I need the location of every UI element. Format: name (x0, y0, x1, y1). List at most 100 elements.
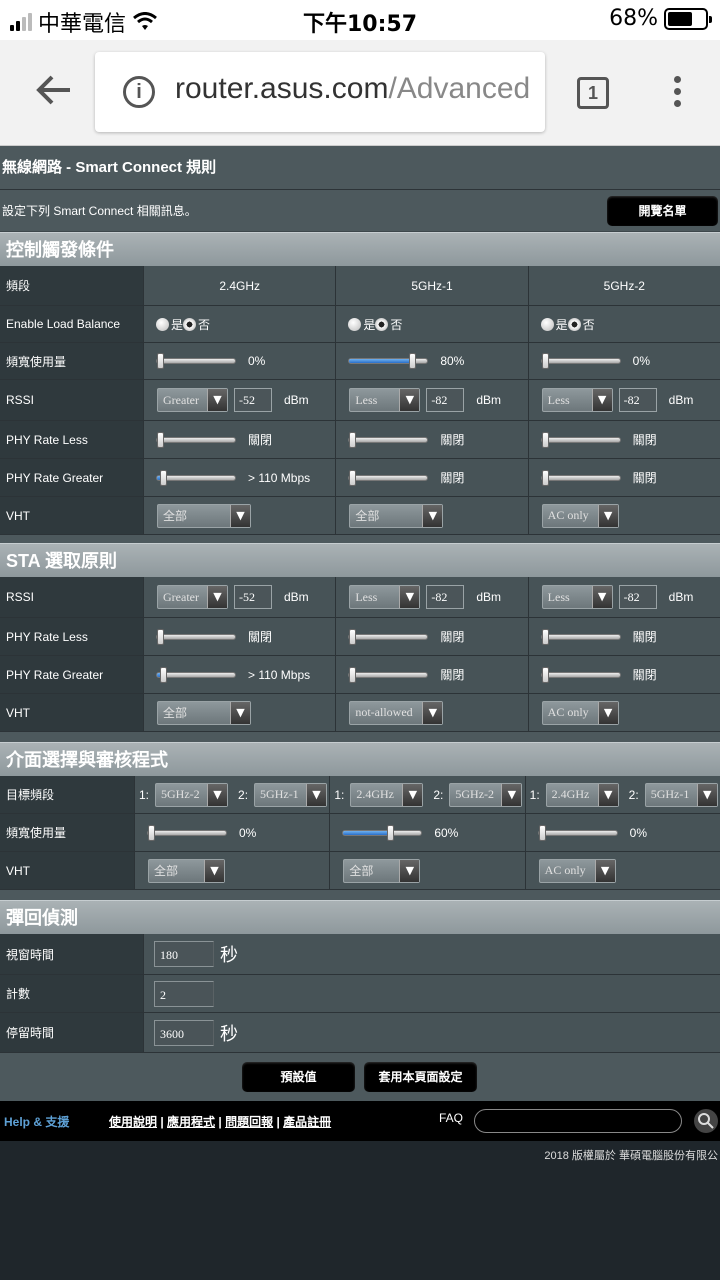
feedback-link[interactable]: 問題回報 (225, 1115, 273, 1129)
browse-list-button[interactable]: 開覽名單 (607, 196, 718, 226)
phy-greater-slider[interactable] (156, 666, 236, 683)
phy-less-slider[interactable] (348, 431, 429, 448)
rssi-condition-select[interactable]: Less ▼ (541, 388, 613, 412)
address-bar[interactable]: i router.asus.com/Advanced (95, 52, 545, 132)
info-icon[interactable]: i (123, 76, 155, 108)
section-heading-interface: 介面選擇與審核程式 (0, 742, 720, 776)
band-header: 5GHz-2 (527, 266, 720, 305)
faq-search-input[interactable] (474, 1109, 682, 1133)
rssi-condition-select[interactable]: Greater ▼ (157, 585, 228, 609)
chevron-down-icon: ▼ (597, 701, 618, 724)
band-header: 2.4GHz (143, 266, 335, 305)
load-balance-no-radio[interactable] (183, 317, 197, 331)
page-title: 無線網路 - Smart Connect 規則 (0, 146, 720, 190)
load-balance-no-radio[interactable] (567, 317, 581, 331)
phy-less-slider[interactable] (156, 628, 236, 645)
apply-button[interactable]: 套用本頁面設定 (364, 1062, 477, 1092)
vht-select[interactable]: 全部 ▼ (157, 700, 251, 725)
target-band-row: 目標頻段 1: 5GHz-2 ▼ 2: 5GHz-1 ▼ 1: 2.4GHz ▼ 2: 5GHz-… (0, 776, 720, 814)
rssi-input[interactable]: -82 (618, 388, 657, 412)
target-band-2-select[interactable]: 5GHz-2 ▼ (449, 782, 523, 807)
vht-select[interactable]: 全部 ▼ (343, 858, 421, 883)
rssi-input[interactable]: -52 (234, 388, 272, 412)
phy-less-slider[interactable] (156, 431, 236, 448)
window-time-input[interactable]: 180 (154, 941, 214, 967)
target-band-1-select[interactable]: 5GHz-2 ▼ (155, 782, 229, 807)
chevron-down-icon: ▼ (594, 859, 615, 882)
manual-link[interactable]: 使用說明 (109, 1115, 157, 1129)
chevron-down-icon: ▼ (399, 586, 420, 608)
phy-less-slider[interactable] (540, 628, 621, 645)
chevron-down-icon: ▼ (501, 783, 522, 806)
target-band-1-select[interactable]: 2.4GHz ▼ (350, 782, 424, 807)
load-balance-yes-radio[interactable] (540, 317, 554, 331)
faq-label: FAQ (439, 1111, 464, 1125)
rssi-input[interactable]: -82 (618, 585, 657, 609)
bandwidth-slider[interactable] (348, 353, 429, 369)
chevron-down-icon: ▼ (399, 859, 420, 882)
vht-select[interactable]: 全部 ▼ (157, 503, 251, 528)
load-balance-yes-radio[interactable] (156, 317, 169, 331)
bandwidth-slider[interactable] (537, 824, 618, 841)
browser-toolbar: i router.asus.com/Advanced 1 (0, 40, 720, 146)
phy-less-slider[interactable] (540, 431, 621, 448)
rssi-input[interactable]: -52 (234, 585, 272, 609)
rssi-condition-select[interactable]: Less ▼ (349, 585, 421, 609)
target-band-2-select[interactable]: 5GHz-1 ▼ (254, 782, 328, 807)
vht-select[interactable]: 全部 ▼ (148, 858, 225, 883)
chevron-down-icon: ▼ (230, 701, 250, 724)
rssi-condition-select[interactable]: Less ▼ (349, 388, 421, 412)
url-text[interactable]: router.asus.com/Advanced (175, 72, 530, 106)
vht-select[interactable]: not-allowed ▼ (349, 700, 444, 725)
battery-icon (664, 7, 712, 30)
vht-select[interactable]: AC only ▼ (538, 858, 616, 883)
section-heading-bounce: 彈回偵測 (0, 900, 720, 934)
dwell-time-input[interactable]: 3600 (154, 1019, 214, 1046)
utility-link[interactable]: 應用程式 (167, 1115, 215, 1129)
rssi-condition-select[interactable]: Greater ▼ (157, 388, 228, 412)
bandwidth-slider[interactable] (147, 824, 227, 841)
vht-select[interactable]: AC only ▼ (541, 503, 619, 528)
tabs-count-button[interactable]: 1 (577, 77, 609, 109)
chevron-down-icon: ▼ (597, 783, 618, 806)
iface-bandwidth-row: 頻寬使用量 0% 60% 0% (0, 814, 720, 852)
rssi-condition-select[interactable]: Less ▼ (541, 585, 613, 609)
chevron-down-icon: ▼ (207, 389, 227, 411)
load-balance-yes-radio[interactable] (348, 317, 362, 331)
chevron-down-icon: ▼ (597, 504, 618, 527)
overflow-menu-icon[interactable] (674, 76, 682, 112)
iface-vht-row: VHT 全部 ▼ 全部 ▼ AC only ▼ (0, 852, 720, 890)
rssi-input[interactable]: -82 (426, 388, 465, 412)
phy-less-slider[interactable] (348, 628, 429, 645)
default-button[interactable]: 預設值 (242, 1062, 355, 1092)
target-band-2-select[interactable]: 5GHz-1 ▼ (644, 782, 718, 807)
load-balance-no-radio[interactable] (375, 317, 389, 331)
bandwidth-slider[interactable] (540, 353, 621, 369)
chevron-down-icon: ▼ (591, 389, 612, 411)
registration-link[interactable]: 產品註冊 (283, 1115, 331, 1129)
count-input[interactable]: 2 (154, 980, 214, 1007)
chevron-down-icon: ▼ (422, 504, 443, 527)
band-header: 5GHz-1 (335, 266, 527, 305)
phy-greater-slider[interactable] (540, 469, 621, 486)
bandwidth-slider[interactable] (156, 353, 236, 369)
band-row: 頻段 2.4GHz 5GHz-1 5GHz-2 (0, 266, 720, 306)
target-band-1-select[interactable]: 2.4GHz ▼ (545, 782, 619, 807)
footer-links: 使用說明 | 應用程式 | 問題回報 | 產品註冊 (109, 1115, 332, 1129)
chevron-down-icon: ▼ (207, 783, 228, 806)
rssi-input[interactable]: -82 (426, 585, 465, 609)
vht-select[interactable]: 全部 ▼ (349, 503, 444, 528)
phy-greater-slider[interactable] (348, 469, 429, 486)
phy-greater-slider[interactable] (348, 666, 429, 683)
section-heading-steering: 控制觸發條件 (0, 232, 720, 266)
back-arrow-icon[interactable] (34, 70, 74, 110)
help-support-label: Help & 支援 (4, 1115, 70, 1129)
search-icon[interactable] (694, 1109, 718, 1133)
chevron-down-icon: ▼ (402, 783, 423, 806)
sta-phy-less-row: PHY Rate Less 關閉 關閉 關閉 (0, 618, 720, 656)
vht-select[interactable]: AC only ▼ (541, 700, 619, 725)
page-description: 設定下列 Smart Connect 相關訊息。 開覽名單 (0, 190, 720, 232)
phy-greater-slider[interactable] (540, 666, 621, 683)
bandwidth-slider[interactable] (342, 824, 423, 841)
phy-greater-slider[interactable] (156, 469, 236, 486)
